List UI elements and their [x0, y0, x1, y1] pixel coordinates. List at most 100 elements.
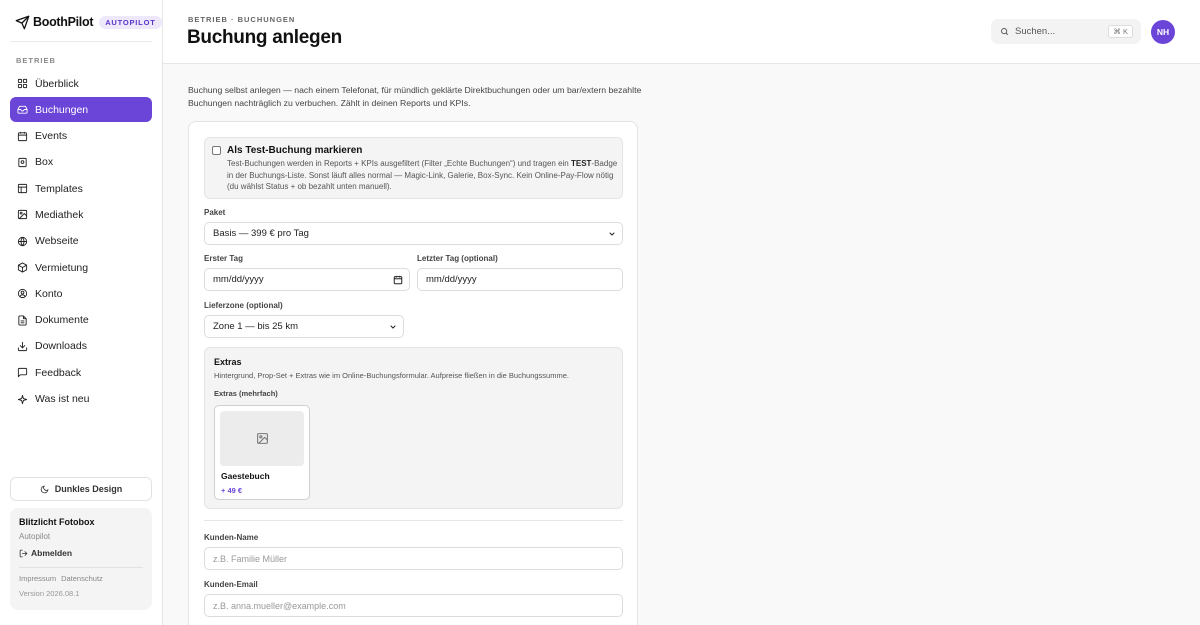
- extra-price: + 49 €: [221, 486, 243, 495]
- chevron-down-icon: [609, 232, 615, 236]
- divider: [204, 520, 623, 521]
- account-name: Blitzlicht Fotobox: [19, 517, 95, 527]
- sidebar-item-buchungen[interactable]: Buchungen: [10, 97, 152, 123]
- plan-badge: AUTOPILOT: [99, 15, 162, 29]
- first-day-value: mm/dd/yyyy: [213, 274, 264, 285]
- sidebar-item-feedback[interactable]: Feedback: [10, 360, 152, 385]
- first-day-label: Erster Tag: [204, 254, 243, 263]
- test-desc-part: Test-Buchungen werden in Reports + KPIs …: [227, 159, 571, 168]
- moon-icon: [40, 485, 49, 493]
- download-icon: [17, 341, 28, 352]
- chat-icon: [17, 368, 28, 378]
- sidebar-item-vermietung[interactable]: Vermietung: [10, 255, 152, 280]
- last-day-label: Letzter Tag (optional): [417, 254, 498, 263]
- divider: [19, 567, 143, 568]
- sidebar-item-mediathek[interactable]: Mediathek: [10, 202, 152, 227]
- layers-icon: [17, 184, 28, 194]
- logout-label: Abmelden: [31, 548, 73, 558]
- customer-name-label: Kunden-Name: [204, 533, 259, 542]
- sidebar-nav: Überblick Buchungen Events Box Templates…: [10, 71, 152, 413]
- sparkle-icon: [17, 394, 28, 404]
- sidebar-item-was-ist-neu[interactable]: Was ist neu: [10, 387, 152, 412]
- impressum-link[interactable]: Impressum: [19, 574, 56, 583]
- intro-text: Buchung selbst anlegen — nach einem Tele…: [188, 85, 642, 108]
- sidebar-item-konto[interactable]: Konto: [10, 281, 152, 306]
- sidebar-item-label: Templates: [35, 182, 83, 195]
- first-day-input[interactable]: mm/dd/yyyy: [204, 268, 410, 291]
- sidebar-item-webseite[interactable]: Webseite: [10, 229, 152, 254]
- nav-section-label: BETRIEB: [16, 56, 56, 65]
- account-panel: Blitzlicht Fotobox Autopilot Abmelden Im…: [10, 508, 152, 610]
- paper-plane-icon: [15, 15, 30, 29]
- extra-name: Gaestebuch: [221, 471, 270, 481]
- sidebar-item-events[interactable]: Events: [10, 124, 152, 149]
- test-booking-description: Test-Buchungen werden in Reports + KPIs …: [227, 158, 619, 193]
- sidebar-item-label: Box: [35, 156, 54, 169]
- sidebar-item-box[interactable]: Box: [10, 150, 152, 175]
- box-icon: [18, 157, 27, 167]
- zone-label: Lieferzone (optional): [204, 301, 283, 310]
- search-shortcut: ⌘ K: [1108, 25, 1133, 38]
- zone-select[interactable]: Zone 1 — bis 25 km: [204, 315, 404, 338]
- logout-button[interactable]: Abmelden: [19, 548, 143, 558]
- test-booking-panel: Als Test-Buchung markieren Test-Buchunge…: [204, 137, 623, 199]
- customer-email-placeholder: z.B. anna.mueller@example.com: [213, 600, 346, 611]
- image-icon: [256, 433, 268, 444]
- extras-description: Hintergrund, Prop-Set + Extras wie im On…: [214, 371, 569, 380]
- sidebar-item-label: Was ist neu: [35, 393, 90, 406]
- extras-sublabel: Extras (mehrfach): [214, 389, 278, 398]
- sidebar-item-label: Downloads: [35, 340, 87, 353]
- sidebar-item-downloads[interactable]: Downloads: [10, 334, 152, 359]
- datenschutz-link[interactable]: Datenschutz: [61, 574, 103, 583]
- paket-select[interactable]: Basis — 399 € pro Tag: [204, 222, 623, 245]
- zone-value: Zone 1 — bis 25 km: [213, 321, 299, 332]
- test-booking-title[interactable]: Als Test-Buchung markieren: [227, 145, 362, 156]
- dark-mode-button[interactable]: Dunkles Design: [10, 477, 152, 501]
- customer-name-placeholder: z.B. Familie Müller: [213, 553, 288, 564]
- search-icon: [1001, 28, 1008, 35]
- dark-mode-label: Dunkles Design: [54, 484, 123, 494]
- brand-logo[interactable]: BoothPilot AUTOPILOT: [15, 14, 162, 30]
- sidebar-item-ueberblick[interactable]: Überblick: [10, 71, 152, 96]
- page-title: Buchung anlegen: [187, 27, 342, 48]
- legal-links: Impressum Datenschutz: [19, 574, 143, 583]
- customer-name-input[interactable]: z.B. Familie Müller: [204, 547, 623, 570]
- top-header: BETRIEB · BUCHUNGEN Buchung anlegen Such…: [163, 0, 1200, 64]
- paket-label: Paket: [204, 208, 226, 217]
- booking-form: Als Test-Buchung markieren Test-Buchunge…: [188, 121, 638, 625]
- calendar-icon: [17, 131, 28, 141]
- customer-email-input[interactable]: z.B. anna.mueller@example.com: [204, 594, 623, 617]
- grid-icon: [17, 78, 28, 89]
- customer-email-label: Kunden-Email: [204, 580, 258, 589]
- sidebar-item-dokumente[interactable]: Dokumente: [10, 308, 152, 333]
- test-booking-checkbox[interactable]: [212, 146, 221, 155]
- document-icon: [18, 315, 27, 326]
- search-input[interactable]: Suchen... ⌘ K: [991, 19, 1141, 44]
- sidebar-item-label: Mediathek: [35, 208, 84, 221]
- chevron-down-icon: [390, 325, 396, 329]
- extra-card-gaestebuch[interactable]: Gaestebuch + 49 €: [214, 405, 310, 500]
- globe-icon: [17, 236, 28, 246]
- sidebar-item-label: Webseite: [35, 235, 79, 248]
- account-plan: Autopilot: [19, 532, 51, 541]
- search-placeholder: Suchen...: [1015, 26, 1056, 37]
- logout-icon: [19, 549, 28, 557]
- last-day-input[interactable]: mm/dd/yyyy: [417, 268, 623, 291]
- sidebar-item-label: Überblick: [35, 77, 79, 90]
- extras-title: Extras: [214, 357, 242, 367]
- sidebar-item-label: Feedback: [35, 366, 82, 379]
- sidebar-item-templates[interactable]: Templates: [10, 176, 152, 201]
- extras-panel: Extras Hintergrund, Prop-Set + Extras wi…: [204, 347, 623, 509]
- sidebar-item-label: Events: [35, 130, 68, 143]
- image-icon: [17, 210, 28, 220]
- divider: [10, 41, 152, 42]
- sidebar-item-label: Konto: [35, 287, 63, 300]
- extra-image-placeholder: [220, 411, 304, 466]
- calendar-icon: [393, 275, 403, 285]
- package-icon: [17, 262, 28, 273]
- brand-name: BoothPilot: [33, 15, 94, 29]
- avatar[interactable]: NH: [1151, 20, 1175, 44]
- user-circle-icon: [17, 289, 28, 299]
- sidebar-item-label: Vermietung: [35, 261, 89, 274]
- paket-value: Basis — 399 € pro Tag: [213, 228, 309, 239]
